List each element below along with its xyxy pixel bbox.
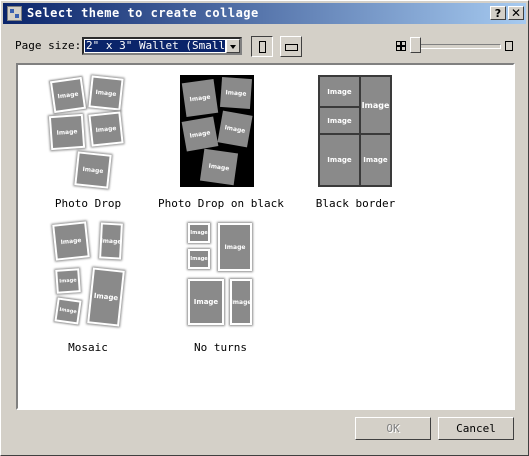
image-placeholder: Image <box>361 77 390 133</box>
image-placeholder: Image <box>219 76 253 110</box>
image-placeholder: Image <box>230 279 252 325</box>
image-placeholder: Image <box>188 223 210 243</box>
title-bar[interactable]: Select theme to create collage ? ✕ <box>3 3 526 24</box>
image-placeholder: Image <box>217 110 253 148</box>
zoom-slider-track[interactable] <box>415 44 501 49</box>
theme-label: Photo Drop <box>54 197 122 210</box>
portrait-orientation-button[interactable] <box>251 36 273 57</box>
image-placeholder: Image <box>87 267 125 327</box>
ok-button[interactable]: OK <box>355 417 431 440</box>
image-placeholder: Image <box>218 223 252 271</box>
image-placeholder: Image <box>181 116 219 152</box>
chevron-down-icon[interactable] <box>226 39 240 53</box>
app-icon <box>7 6 22 21</box>
image-placeholder: Image <box>320 135 359 185</box>
theme-thumbnail: Image Image Image Image Image <box>184 217 256 333</box>
image-placeholder: Image <box>320 77 359 106</box>
page-size-label: Page size: <box>15 39 82 52</box>
page-size-value: 2" x 3" Wallet (Small) <box>85 40 225 52</box>
landscape-orientation-button[interactable] <box>280 36 302 57</box>
page-size-select[interactable]: 2" x 3" Wallet (Small) <box>82 37 242 55</box>
zoom-slider-thumb[interactable] <box>410 37 421 53</box>
image-placeholder: Image <box>52 221 90 261</box>
small-thumbnails-icon <box>396 41 406 51</box>
theme-thumbnail: Image Image Image Image Image <box>180 75 254 187</box>
image-placeholder: Image <box>181 78 219 118</box>
landscape-icon <box>285 44 298 51</box>
window-title: Select theme to create collage <box>27 6 259 20</box>
image-placeholder: Image <box>88 111 124 147</box>
theme-label: No turns <box>194 341 247 354</box>
image-placeholder: Image <box>199 148 239 186</box>
image-placeholder: Image <box>48 113 86 151</box>
theme-no-turns[interactable]: Image Image Image Image Image No turns <box>168 217 273 357</box>
theme-label: Black border <box>315 197 396 210</box>
large-thumbnails-icon <box>505 41 513 51</box>
help-button[interactable]: ? <box>490 6 506 20</box>
theme-black-border[interactable]: Image Image Image Image Image Black bord… <box>308 73 403 213</box>
theme-photo-drop[interactable]: Image Image Image Image Image Photo Drop <box>38 73 143 213</box>
theme-mosaic[interactable]: Image Image Image Image Image Mosaic <box>38 217 143 357</box>
image-placeholder: Image <box>320 108 359 133</box>
theme-gallery: Image Image Image Image Image Photo Drop… <box>16 63 515 410</box>
theme-label: Mosaic <box>68 341 108 354</box>
image-placeholder: Image <box>361 135 390 185</box>
theme-thumbnail: Image Image Image Image Image <box>48 217 128 333</box>
image-placeholder: Image <box>188 279 224 325</box>
theme-thumbnail: Image Image Image Image Image <box>318 75 392 187</box>
theme-photo-drop-on-black[interactable]: Image Image Image Image Image Photo Drop… <box>158 73 284 213</box>
image-placeholder: Image <box>99 222 123 260</box>
cancel-button[interactable]: Cancel <box>438 417 514 440</box>
theme-label: Photo Drop on black <box>158 197 284 210</box>
dialog-window: Select theme to create collage ? ✕ Page … <box>0 0 529 456</box>
close-button[interactable]: ✕ <box>508 6 524 20</box>
image-placeholder: Image <box>74 151 112 189</box>
image-placeholder: Image <box>49 76 87 114</box>
theme-thumbnail: Image Image Image Image Image <box>48 73 128 191</box>
image-placeholder: Image <box>188 249 210 269</box>
image-placeholder: Image <box>88 75 124 111</box>
image-placeholder: Image <box>55 268 81 294</box>
portrait-icon <box>259 41 266 53</box>
image-placeholder: Image <box>54 297 82 325</box>
